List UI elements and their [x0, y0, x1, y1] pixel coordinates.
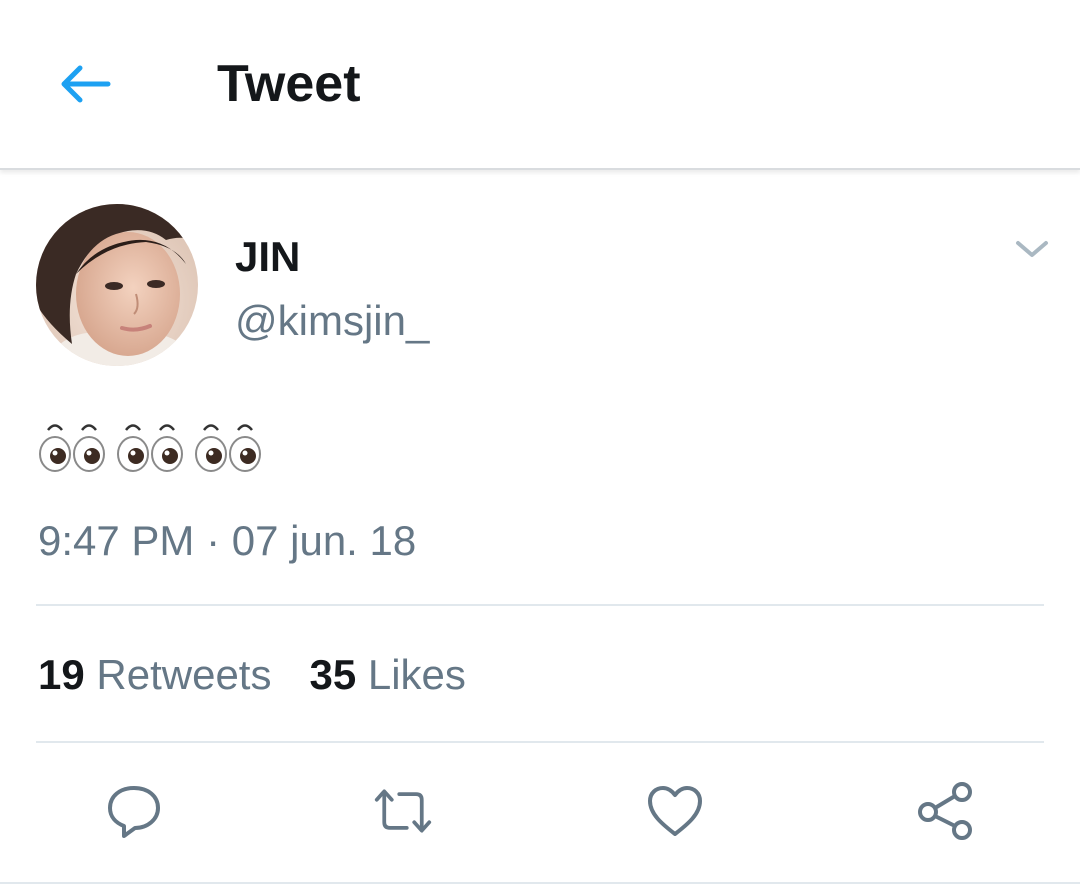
retweet-button[interactable] [373, 782, 433, 840]
eyes-emoji-icon [39, 424, 105, 472]
back-button[interactable] [50, 52, 120, 116]
chevron-down-icon [1016, 241, 1048, 257]
reply-icon [108, 786, 160, 838]
retweets-count: 19 [38, 651, 85, 698]
divider [36, 741, 1044, 743]
likes-stat[interactable]: 35 Likes [309, 650, 465, 700]
likes-label: Likes [367, 651, 466, 698]
arrow-left-icon [61, 65, 111, 103]
divider [0, 882, 1080, 884]
tweet-options-button[interactable] [1006, 226, 1058, 272]
share-button[interactable] [916, 782, 976, 840]
page-title: Tweet [217, 55, 361, 113]
retweet-icon [374, 789, 432, 833]
likes-count: 35 [309, 651, 357, 698]
eyes-emoji-icon [117, 424, 183, 472]
share-icon [918, 782, 972, 840]
tweet-text [38, 418, 264, 478]
reply-button[interactable] [104, 782, 164, 840]
tweet-stats: 19 Retweets 35 Likes [38, 650, 466, 700]
author-display-name[interactable]: JIN [235, 232, 300, 282]
divider [36, 604, 1044, 606]
retweets-stat[interactable]: 19 Retweets [38, 650, 271, 700]
app-header: Tweet [0, 0, 1080, 170]
heart-icon [648, 786, 702, 836]
avatar[interactable] [36, 204, 198, 366]
author-handle[interactable]: @kimsjin_ [235, 296, 429, 346]
retweets-label: Retweets [96, 651, 272, 698]
eyes-emoji-icon [195, 424, 261, 472]
like-button[interactable] [645, 782, 705, 840]
tweet-timestamp[interactable]: 9:47 PM · 07 jun. 18 [38, 516, 416, 566]
